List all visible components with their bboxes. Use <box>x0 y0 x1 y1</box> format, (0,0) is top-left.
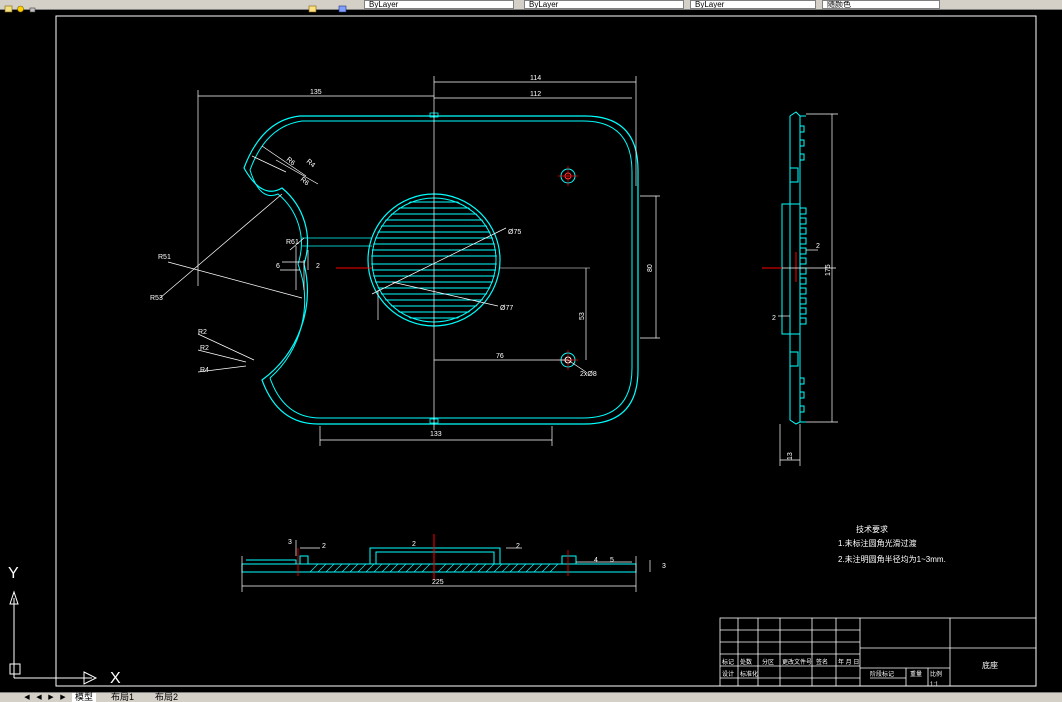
last-tab-button[interactable]: ▶ <box>58 693 68 702</box>
tab-layout2[interactable]: 布局2 <box>152 693 181 702</box>
layer-state-icon[interactable] <box>4 0 13 13</box>
first-tab-button[interactable]: ◀ <box>22 693 32 702</box>
side-dim-2b: 2 <box>772 315 776 322</box>
dim-r4-a: R4 <box>305 158 316 169</box>
ucs-icon <box>9 590 98 685</box>
notes-line1: 1.未标注圆角光滑过渡 <box>838 538 917 548</box>
plan-view: 114 112 135 80 133 Ø75 Ø77 53 76 2xØ8 R5… <box>150 75 660 446</box>
section-dim-2a: 2 <box>322 543 326 550</box>
prev-tab-button[interactable]: ◀ <box>34 693 44 702</box>
dim-114: 114 <box>530 75 541 82</box>
section-dim-3a: 3 <box>288 539 292 546</box>
section-dim-2b: 2 <box>412 541 416 548</box>
dim-r53: R53 <box>150 295 163 302</box>
tb-mark: 标记 <box>722 658 734 666</box>
tb-change: 更改文件号 <box>782 658 812 666</box>
dim-dia77: Ø77 <box>500 305 513 312</box>
tb-standard: 标准化 <box>740 670 758 678</box>
dim-r4-c: R4 <box>200 367 209 374</box>
notes-line2: 2.未注明圆角半径均为1~3mm. <box>838 554 946 564</box>
dim-r6-c: R2 <box>200 345 209 352</box>
lineweight-select[interactable]: ByLayer <box>690 0 816 9</box>
tb-scale: 比例 <box>930 670 942 678</box>
next-tab-button[interactable]: ▶ <box>46 693 56 702</box>
tb-scale-value: 1:1 <box>930 682 939 688</box>
dim-r2-b: R2 <box>198 329 207 336</box>
side-view: 175 13 2 2 <box>762 111 838 466</box>
dim-small-6: 6 <box>276 263 280 270</box>
plotstyle-select[interactable]: 随颜色 <box>822 0 940 9</box>
ucs-y-label: Y <box>8 565 19 582</box>
side-dim-13: 13 <box>787 452 794 460</box>
screw-hole-top <box>558 166 578 186</box>
dim-r6-b: R6 <box>299 176 310 187</box>
drawing-area[interactable]: 114 112 135 80 133 Ø75 Ø77 53 76 2xØ8 R5… <box>0 10 1062 692</box>
layer-previous-icon[interactable] <box>338 0 347 13</box>
tab-layout1[interactable]: 布局1 <box>108 693 137 702</box>
tb-date: 年 月 日 <box>838 658 859 666</box>
linetype-select[interactable]: ByLayer <box>524 0 684 9</box>
dim-133: 133 <box>430 431 442 438</box>
dim-r51: R51 <box>158 254 171 261</box>
layout-tab-bar: ◀ ◀ ▶ ▶ 模型 布局1 布局2 <box>0 692 1062 702</box>
dim-135: 135 <box>310 89 322 96</box>
dim-hole-note: 2xØ8 <box>580 371 597 378</box>
dim-80: 80 <box>647 264 654 272</box>
section-dim-2c: 2 <box>516 543 520 550</box>
plan-dimensions <box>159 76 660 446</box>
tb-weight: 重量 <box>910 670 922 678</box>
dim-53: 53 <box>579 312 586 320</box>
dim-small-2: 2 <box>316 263 320 270</box>
section-dim-225: 225 <box>432 579 444 586</box>
tb-sign: 签名 <box>816 658 828 666</box>
tb-zone: 分区 <box>762 658 774 666</box>
side-dim-2a: 2 <box>816 243 820 250</box>
section-dim-4: 4 <box>594 557 598 564</box>
properties-toolbar: ByLayer ByLayer ByLayer 随颜色 <box>0 0 1062 13</box>
notes-title: 技术要求 <box>856 524 888 534</box>
tb-part-name: 底座 <box>982 660 998 670</box>
section-dim-3b: 3 <box>662 563 666 570</box>
tb-stage: 阶段标记 <box>870 670 894 678</box>
color-select[interactable]: ByLayer <box>364 0 514 9</box>
tb-design: 设计 <box>722 670 734 678</box>
make-current-icon[interactable] <box>308 0 317 13</box>
layer-freeze-icon[interactable] <box>16 0 25 13</box>
technical-notes: 技术要求 1.未标注圆角光滑过渡 2.未注明圆角半径均为1~3mm. <box>838 524 946 564</box>
layer-lock-icon[interactable] <box>28 0 37 13</box>
dim-r61: R61 <box>286 239 299 246</box>
ucs-x-label: X <box>110 670 121 687</box>
tab-model[interactable]: 模型 <box>72 693 97 702</box>
section-dim-5: 5 <box>610 557 614 564</box>
dim-76: 76 <box>496 353 504 360</box>
section-view: 225 2 2 2 3 3 4 5 <box>241 534 666 592</box>
tb-count: 处数 <box>740 658 752 666</box>
dim-112: 112 <box>530 91 541 98</box>
side-dim-175: 175 <box>825 264 832 276</box>
dim-dia75: Ø75 <box>508 229 521 236</box>
